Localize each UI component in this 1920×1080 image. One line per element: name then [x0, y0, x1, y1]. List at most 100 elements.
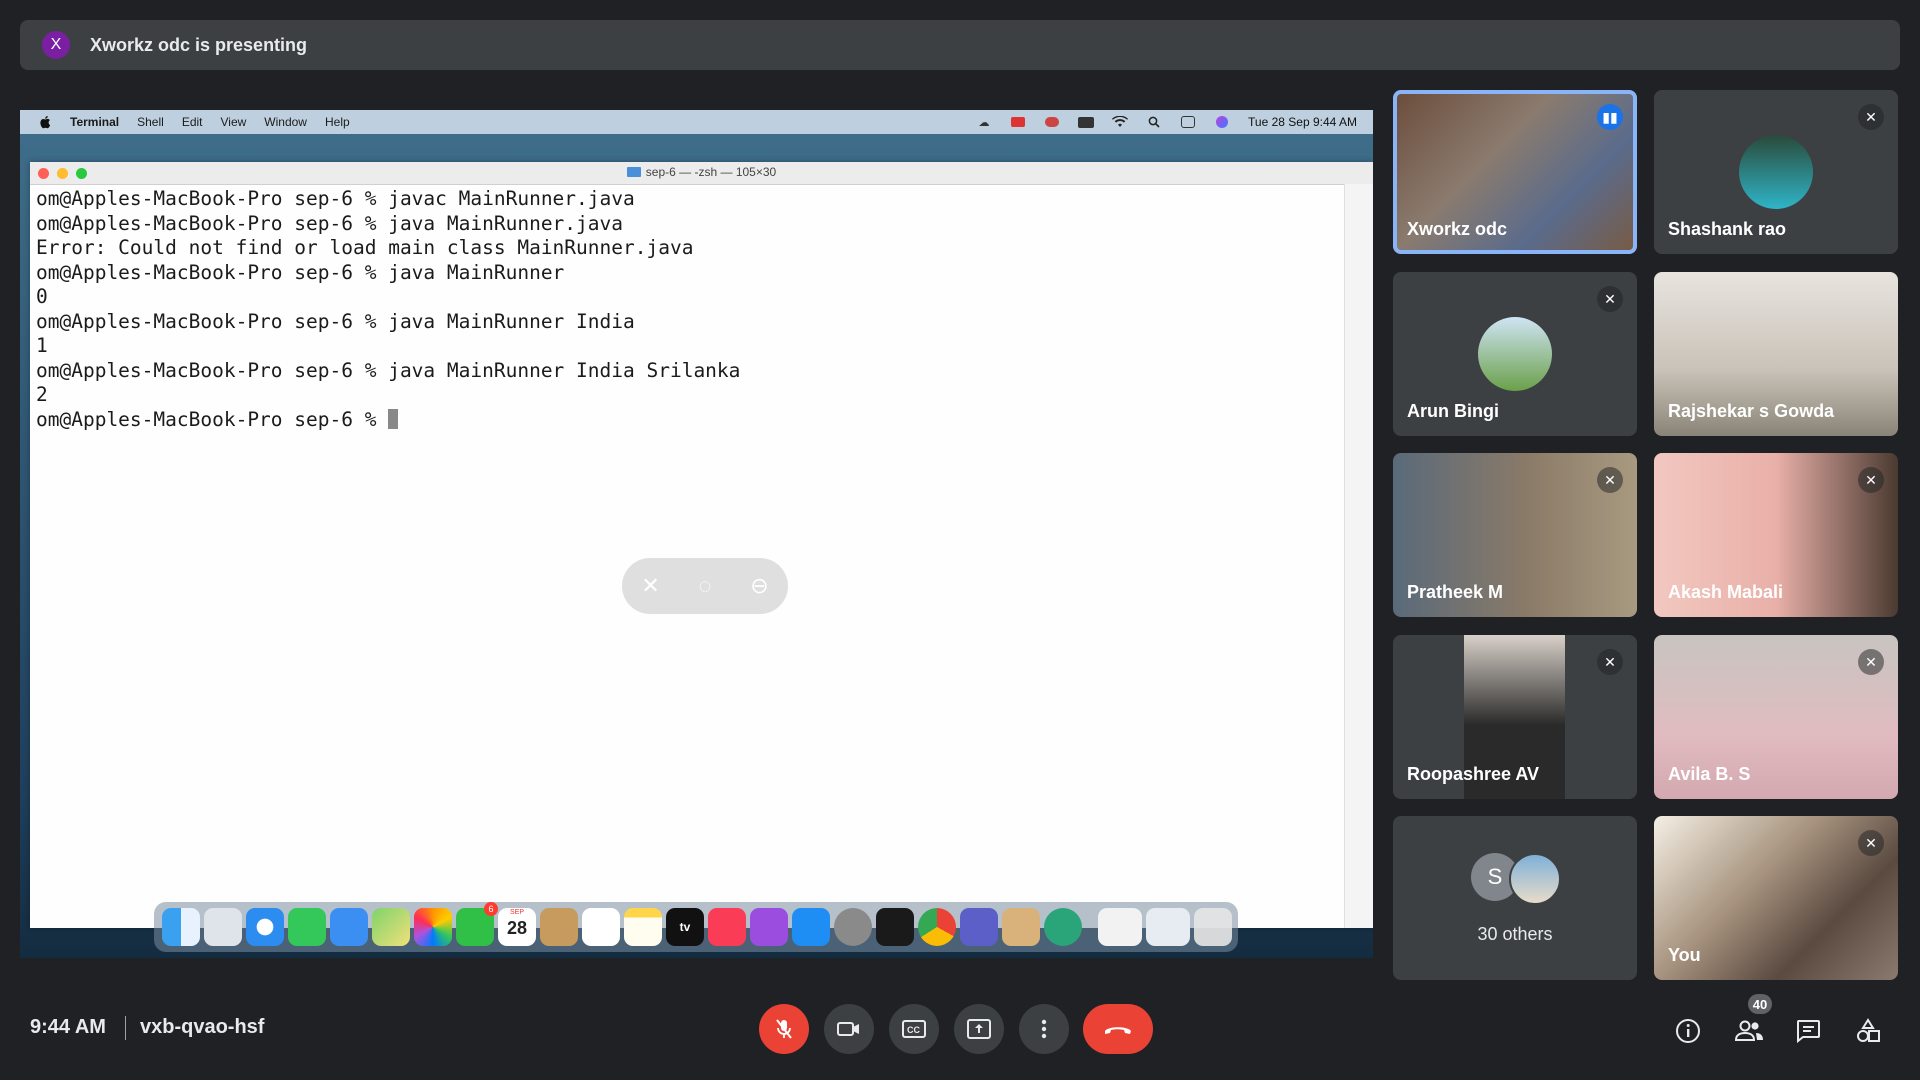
- spotlight-search-icon[interactable]: [1146, 116, 1162, 128]
- calendar-day: 28: [506, 918, 528, 938]
- mic-off-icon: ✕: [1858, 649, 1884, 675]
- chat-icon[interactable]: [1791, 1014, 1825, 1048]
- apple-icon: [38, 115, 52, 129]
- captions-button[interactable]: CC: [889, 1004, 939, 1054]
- terminal-scrollbar[interactable]: [1344, 184, 1373, 928]
- presenter-avatar: X: [42, 31, 70, 59]
- terminal-prompt: om@Apples-MacBook-Pro sep-6 %: [36, 407, 389, 431]
- menu-shell[interactable]: Shell: [137, 115, 164, 129]
- trash-icon[interactable]: [1194, 908, 1232, 946]
- chrome-icon[interactable]: [918, 908, 956, 946]
- end-call-button[interactable]: [1083, 1004, 1153, 1054]
- terminal-window: sep-6 — -zsh — 105×30 om@Apples-MacBook-…: [30, 162, 1373, 928]
- mic-off-icon: ✕: [641, 573, 660, 598]
- speaking-indicator-icon: ▮▮: [1597, 104, 1623, 130]
- divider: [125, 1016, 126, 1040]
- launchpad-icon[interactable]: [204, 908, 242, 946]
- menu-view[interactable]: View: [221, 115, 247, 129]
- menu-edit[interactable]: Edit: [182, 115, 203, 129]
- participant-count-badge: 40: [1748, 994, 1772, 1014]
- terminal-cursor: [388, 408, 399, 429]
- teams-icon[interactable]: [960, 908, 998, 946]
- people-icon[interactable]: [1732, 1014, 1766, 1048]
- flag-icon[interactable]: [1044, 116, 1060, 128]
- finder-icon[interactable]: [162, 908, 200, 946]
- microphone-toggle-button[interactable]: [759, 1004, 809, 1054]
- others-tile[interactable]: S 30 others: [1393, 816, 1637, 980]
- mic-off-icon: ✕: [1858, 467, 1884, 493]
- participant-tile[interactable]: ✕ Avila B. S: [1654, 635, 1898, 799]
- notification-badge: 6: [484, 902, 498, 916]
- avatar: [1478, 317, 1552, 391]
- participant-tile[interactable]: ✕ Arun Bingi: [1393, 272, 1637, 436]
- mac-dock: 6 SEP 28 tv: [154, 902, 1238, 952]
- mic-off-icon: ✕: [1597, 649, 1623, 675]
- cloud-icon[interactable]: ☁: [976, 116, 992, 129]
- mic-off-icon: ✕: [1597, 286, 1623, 312]
- speaker-off-icon: ◌: [698, 573, 712, 598]
- messages-icon[interactable]: [288, 908, 326, 946]
- document-thumbnail-icon[interactable]: [1146, 908, 1190, 946]
- terminal-line: Error: Could not find or load main class…: [36, 236, 694, 259]
- facetime-icon[interactable]: 6: [456, 902, 498, 946]
- record-icon[interactable]: [1010, 116, 1026, 128]
- camera-toggle-button[interactable]: [824, 1004, 874, 1054]
- apple-tv-icon[interactable]: tv: [666, 908, 704, 946]
- music-icon[interactable]: [708, 908, 746, 946]
- terminal-titlebar[interactable]: sep-6 — -zsh — 105×30: [30, 162, 1373, 185]
- menu-window[interactable]: Window: [264, 115, 307, 129]
- notes-icon[interactable]: [624, 908, 662, 946]
- participant-name: Rajshekar s Gowda: [1668, 401, 1835, 421]
- wifi-icon[interactable]: [1112, 116, 1129, 128]
- mail-icon[interactable]: [330, 908, 368, 946]
- participant-tile[interactable]: ✕ Akash Mabali: [1654, 453, 1898, 617]
- terminal-line: om@Apples-MacBook-Pro sep-6 % java MainR…: [36, 211, 623, 235]
- participant-tile[interactable]: ✕ Roopashree AV: [1393, 635, 1637, 799]
- reminders-icon[interactable]: [582, 908, 620, 946]
- mac-menubar: Terminal Shell Edit View Window Help ☁ T…: [20, 110, 1373, 134]
- menubar-datetime: Tue 28 Sep 9:44 AM: [1248, 115, 1357, 129]
- participant-tile[interactable]: ✕ Shashank rao: [1654, 90, 1898, 254]
- calendar-month: SEP: [509, 909, 524, 916]
- screenshot-thumbnail-icon[interactable]: [1098, 908, 1142, 946]
- present-screen-button[interactable]: [954, 1004, 1004, 1054]
- system-preferences-icon[interactable]: [834, 908, 872, 946]
- atom-icon[interactable]: [1044, 908, 1082, 946]
- avatar: [1739, 135, 1813, 209]
- bottom-bar: 9:44 AM vxb-qvao-hsf CC 40: [0, 990, 1920, 1060]
- participant-tile[interactable]: Rajshekar s Gowda: [1654, 272, 1898, 436]
- participant-name: Avila B. S: [1668, 764, 1751, 784]
- podcasts-icon[interactable]: [750, 908, 788, 946]
- calendar-icon[interactable]: SEP 28: [498, 908, 536, 946]
- menu-terminal[interactable]: Terminal: [70, 115, 119, 129]
- terminal-line: om@Apples-MacBook-Pro sep-6 % java MainR…: [36, 260, 565, 284]
- participant-tile[interactable]: ▮▮ Xworkz odc: [1393, 90, 1637, 254]
- menu-help[interactable]: Help: [325, 115, 350, 129]
- battery-icon[interactable]: [1078, 116, 1095, 128]
- minus-circle-icon: ⊖: [750, 573, 769, 598]
- safari-icon[interactable]: [246, 908, 284, 946]
- paintbrush-icon[interactable]: [1002, 908, 1040, 946]
- self-view-tile[interactable]: ✕ You: [1654, 816, 1898, 980]
- meeting-info-icon[interactable]: [1671, 1014, 1705, 1048]
- more-options-button[interactable]: [1019, 1004, 1069, 1054]
- photos-icon[interactable]: [414, 908, 452, 946]
- app-store-icon[interactable]: [792, 908, 830, 946]
- participant-name: Pratheek M: [1407, 582, 1504, 602]
- meeting-time: 9:44 AM: [30, 1016, 106, 1038]
- contacts-icon[interactable]: [540, 908, 578, 946]
- participant-tile[interactable]: ✕ Pratheek M: [1393, 453, 1637, 617]
- terminal-line: 0: [36, 285, 48, 308]
- activities-icon[interactable]: [1851, 1014, 1885, 1048]
- terminal-app-icon[interactable]: [876, 908, 914, 946]
- terminal-line: om@Apples-MacBook-Pro sep-6 % java MainR…: [36, 309, 635, 333]
- presenting-text: Xworkz odc is presenting: [90, 34, 308, 55]
- mute-overlay: ✕ ◌ ⊖: [622, 558, 788, 614]
- folder-icon: [626, 167, 641, 177]
- control-center-icon[interactable]: [1180, 116, 1196, 128]
- others-count-label: 30 others: [1477, 924, 1553, 944]
- maps-icon[interactable]: [372, 908, 410, 946]
- meeting-code: vxb-qvao-hsf: [140, 1016, 265, 1038]
- siri-icon[interactable]: [1214, 116, 1230, 128]
- participant-name: Akash Mabali: [1668, 582, 1784, 602]
